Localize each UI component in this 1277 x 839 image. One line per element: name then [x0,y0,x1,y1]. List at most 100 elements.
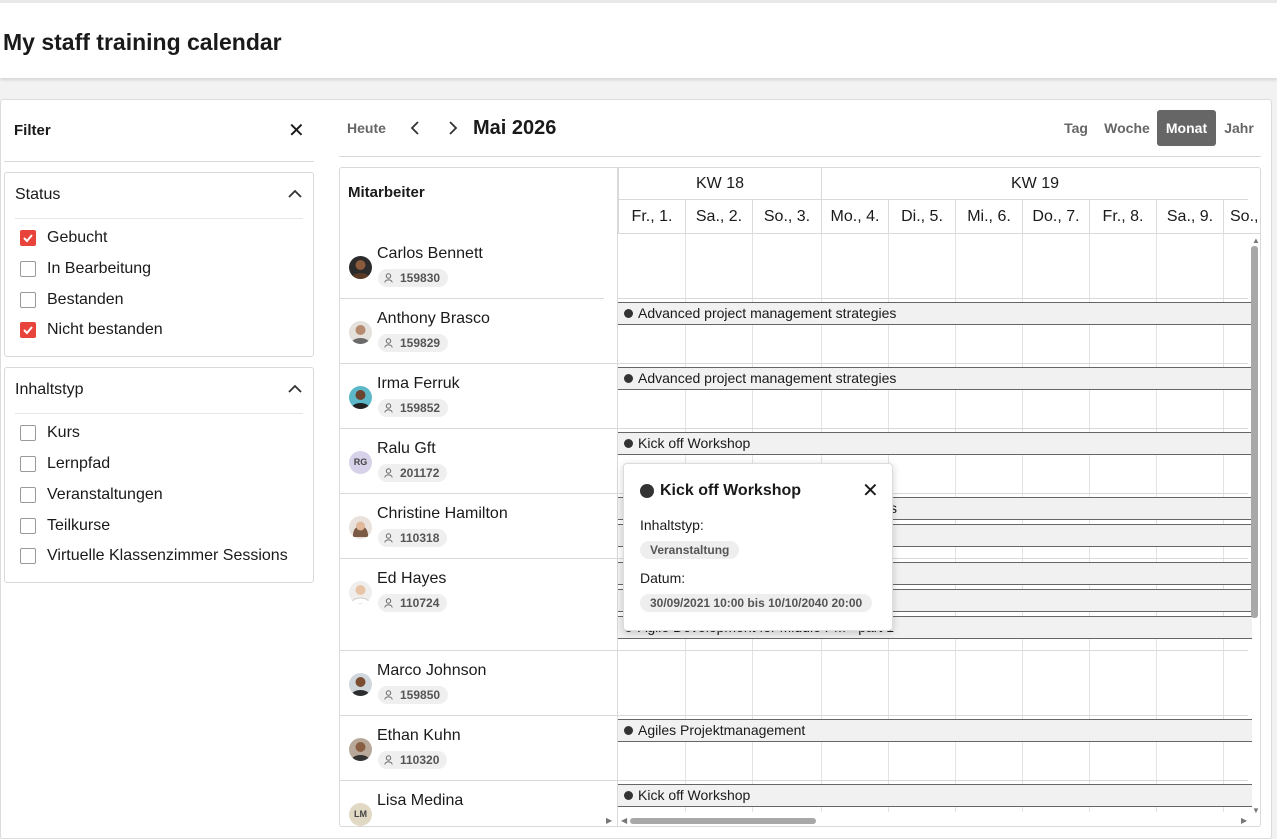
close-icon[interactable]: ✕ [862,478,879,503]
checkbox-checked-icon[interactable] [20,322,36,338]
employee-id: 159852 [400,401,441,415]
employee-name[interactable]: Irma Ferruk [377,375,460,393]
event-title: Kick off Workshop [638,435,751,451]
employee-name[interactable]: Anthony Brasco [377,310,490,328]
chevron-up-icon[interactable] [286,185,304,203]
status-dot-icon [624,374,633,383]
avatar[interactable]: RG [349,451,372,474]
top-bar: My staff training calendar [0,0,1277,78]
current-period: Mai 2026 [473,117,557,139]
employee-row: Carlos Bennett 159830 [340,234,1248,299]
training-event-bar[interactable]: Kick off Workshop [618,432,1252,455]
employee-id-badge: 110320 [378,751,448,769]
status-checkbox-gebucht[interactable]: Gebucht [20,228,107,248]
training-event-bar[interactable]: Kick off Workshop [618,784,1252,807]
status-checkbox-in-bearbeitung[interactable]: In Bearbeitung [20,259,151,279]
type-checkbox-virtual-classroom[interactable]: Virtuelle Klassenzimmer Sessions [20,546,288,566]
checkbox-icon[interactable] [20,548,36,564]
day-header: Do., 7. [1022,200,1089,234]
status-filter-box: Status Gebucht In Bearbeitung Bestanden … [4,172,314,357]
checkbox-icon[interactable] [20,456,36,472]
scroll-down-icon[interactable]: ▼ [1252,806,1260,815]
employee-name[interactable]: Ethan Kuhn [377,727,461,745]
status-checkbox-bestanden[interactable]: Bestanden [20,290,124,310]
view-week-button[interactable]: Woche [1101,110,1153,146]
checkbox-label: Virtuelle Klassenzimmer Sessions [47,547,288,564]
popover-content-type-label: Inhaltstyp: [640,517,704,533]
employee-name[interactable]: Christine Hamilton [377,505,508,523]
employee-row: Anthony Brasco 159829 Advanced project m… [340,299,1252,364]
employee-id: 159829 [400,336,441,350]
today-button[interactable]: Heute [347,120,386,136]
employee-name[interactable]: Lisa Medina [377,792,463,810]
view-month-button[interactable]: Monat [1157,110,1216,146]
day-header: So., 10. [1223,200,1260,234]
checkbox-label: In Bearbeitung [47,260,152,277]
view-year-button[interactable]: Jahr [1219,110,1259,146]
view-day-button[interactable]: Tag [1055,110,1097,146]
scroll-left-icon[interactable]: ◀ [621,816,627,825]
employee-row: Ethan Kuhn 110320 Agiles Projektmanageme… [340,716,1252,781]
status-checkbox-nicht-bestanden[interactable]: Nicht bestanden [20,320,163,340]
status-dot-icon [624,439,633,448]
checkbox-label: Kurs [47,424,80,441]
event-title: Kick off Workshop [638,787,751,803]
employee-id-badge: 110724 [378,594,448,612]
day-header: Fr., 1. [618,200,685,234]
avatar[interactable] [349,321,372,344]
checkbox-checked-icon[interactable] [20,230,36,246]
chevron-up-icon[interactable] [286,380,304,398]
scroll-right-icon[interactable]: ▶ [1241,816,1247,825]
checkbox-icon[interactable] [20,487,36,503]
status-dot-icon [624,726,633,735]
day-header: Di., 5. [888,200,955,234]
employee-id: 159830 [400,271,441,285]
employee-name[interactable]: Ralu Gft [377,440,436,458]
training-event-bar[interactable]: Agiles Projektmanagement [618,719,1252,742]
employee-name[interactable]: Marco Johnson [377,662,486,680]
vertical-scrollbar[interactable] [1251,246,1258,618]
training-event-bar[interactable]: Advanced project management strategies [618,367,1252,390]
popover-date-label: Datum: [640,570,686,586]
chevron-left-icon[interactable] [408,119,422,137]
filter-title: Filter [14,122,51,139]
type-checkbox-teilkurse[interactable]: Teilkurse [20,516,110,536]
employee-id-badge: 159829 [378,334,449,352]
close-icon[interactable]: ✕ [288,118,305,143]
chevron-right-icon[interactable] [446,119,460,137]
checkbox-icon[interactable] [20,292,36,308]
event-title: Agiles Projektmanagement [638,722,806,738]
scroll-right-icon[interactable]: ▶ [606,816,612,825]
avatar[interactable] [349,581,372,604]
avatar[interactable] [349,673,372,696]
avatar[interactable]: LM [349,803,372,826]
checkbox-icon[interactable] [20,518,36,534]
horizontal-scrollbar[interactable] [630,818,816,824]
training-event-bar[interactable]: Advanced project management strategies [618,302,1252,325]
status-dot-icon [624,791,633,800]
employee-name[interactable]: Carlos Bennett [377,245,483,263]
employee-name[interactable]: Ed Hayes [377,570,446,588]
event-popover: Kick off Workshop ✕ Inhaltstyp: Veransta… [623,463,893,631]
type-checkbox-veranstaltungen[interactable]: Veranstaltungen [20,485,163,505]
type-checkbox-kurs[interactable]: Kurs [20,423,80,443]
avatar[interactable] [349,256,372,279]
employee-id-badge: 159850 [378,686,449,704]
day-header: Sa., 2. [685,200,752,234]
employee-id: 201172 [400,466,440,480]
checkbox-icon[interactable] [20,261,36,277]
checkbox-label: Bestanden [47,291,124,308]
avatar[interactable] [349,738,372,761]
employee-id: 110318 [400,531,440,545]
avatar[interactable] [349,386,372,409]
popover-title: Kick off Workshop [660,482,802,499]
scroll-up-icon[interactable]: ▲ [1252,236,1260,245]
user-icon [384,690,393,700]
day-header: Fr., 8. [1089,200,1156,234]
employee-id: 159850 [400,688,441,702]
checkbox-icon[interactable] [20,425,36,441]
avatar[interactable] [349,516,372,539]
checkbox-label: Teilkurse [47,517,111,534]
type-checkbox-lernpfad[interactable]: Lernpfad [20,454,110,474]
employee-id-badge: 159830 [378,269,449,287]
